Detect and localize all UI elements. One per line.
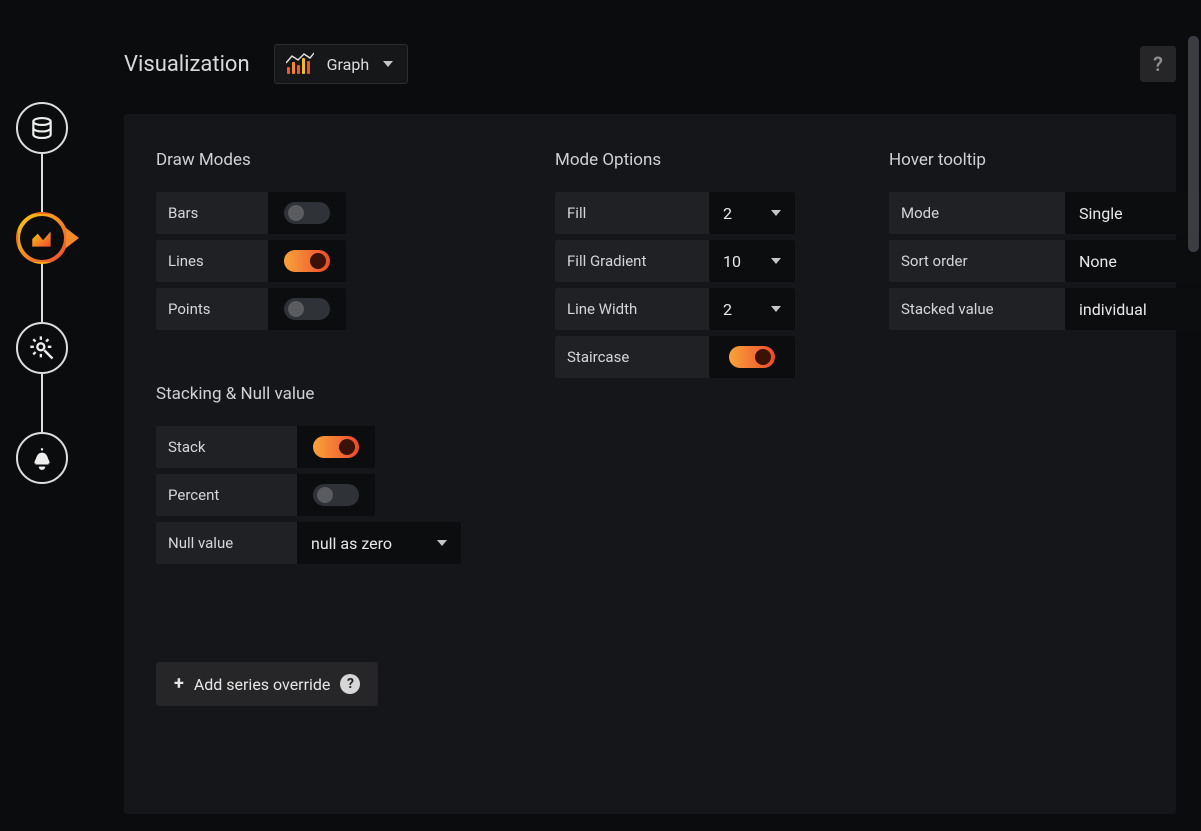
visualization-picker-label: Graph	[327, 55, 370, 74]
plus-icon: +	[174, 675, 184, 693]
label-bars: Bars	[156, 192, 268, 234]
chevron-down-icon	[771, 306, 781, 312]
tab-queries[interactable]	[16, 102, 68, 154]
select-sort-order[interactable]: None	[1065, 240, 1201, 282]
label-stack: Stack	[156, 426, 297, 468]
label-points: Points	[156, 288, 268, 330]
section-title: Stacking & Null value	[156, 384, 461, 404]
label-null-value: Null value	[156, 522, 297, 564]
panel-header: Visualization Graph ?	[124, 36, 1176, 92]
tab-visualization[interactable]	[16, 212, 68, 264]
section-hover-tooltip: Hover tooltip Mode Single Sort order Non…	[889, 150, 1201, 706]
add-series-override-label: Add series override	[194, 675, 331, 694]
select-line-width[interactable]: 2	[709, 288, 795, 330]
toggle-stack[interactable]	[297, 426, 375, 468]
visualization-panel: Visualization Graph ? Draw Modes Bars	[124, 36, 1176, 816]
help-icon: ?	[340, 674, 360, 694]
panel-title: Visualization	[124, 52, 250, 77]
label-sort-order: Sort order	[889, 240, 1065, 282]
tab-alert[interactable]	[16, 432, 68, 484]
add-series-override-button[interactable]: + Add series override ?	[156, 662, 378, 706]
section-title: Mode Options	[555, 150, 795, 170]
label-stacked-value: Stacked value	[889, 288, 1065, 330]
visualization-picker[interactable]: Graph	[274, 44, 409, 84]
toggle-staircase[interactable]	[709, 336, 795, 378]
label-lines: Lines	[156, 240, 268, 282]
select-fill[interactable]: 2	[709, 192, 795, 234]
tab-general-settings[interactable]	[16, 322, 68, 374]
label-percent: Percent	[156, 474, 297, 516]
label-staircase: Staircase	[555, 336, 709, 378]
section-title: Draw Modes	[156, 150, 461, 170]
chevron-down-icon	[771, 258, 781, 264]
label-fill: Fill	[555, 192, 709, 234]
panel-body: Draw Modes Bars Lines Points	[124, 114, 1176, 814]
section-draw-modes: Draw Modes Bars Lines Points	[156, 150, 461, 706]
toggle-percent[interactable]	[297, 474, 375, 516]
label-line-width: Line Width	[555, 288, 709, 330]
label-hover-mode: Mode	[889, 192, 1065, 234]
select-hover-mode[interactable]: Single	[1065, 192, 1201, 234]
editor-tab-rail	[12, 102, 72, 484]
section-stacking: Stacking & Null value Stack Percent	[156, 384, 461, 564]
toggle-bars[interactable]	[268, 192, 346, 234]
chevron-down-icon	[437, 540, 447, 546]
chevron-down-icon	[383, 61, 393, 67]
scrollbar-thumb[interactable]	[1188, 36, 1199, 252]
chevron-down-icon	[771, 210, 781, 216]
section-mode-options: Mode Options Fill 2 Fill Gradient 10	[555, 150, 795, 706]
select-null-value[interactable]: null as zero	[297, 522, 461, 564]
toggle-lines[interactable]	[268, 240, 346, 282]
graph-icon	[287, 54, 313, 74]
toggle-points[interactable]	[268, 288, 346, 330]
help-button[interactable]: ?	[1140, 46, 1176, 82]
select-fill-gradient[interactable]: 10	[709, 240, 795, 282]
label-fill-gradient: Fill Gradient	[555, 240, 709, 282]
section-title: Hover tooltip	[889, 150, 1201, 170]
select-stacked-value[interactable]: individual	[1065, 288, 1201, 330]
